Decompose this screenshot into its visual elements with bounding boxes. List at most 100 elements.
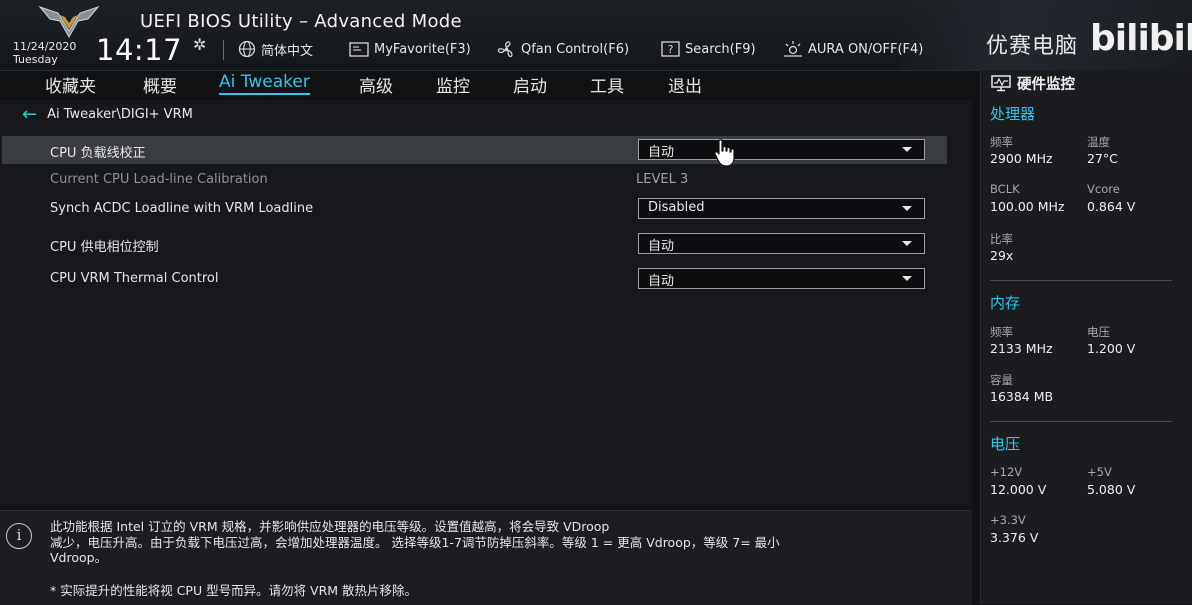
qfan-control-button[interactable]: Qfan Control(F6) — [497, 40, 629, 58]
setting-row-phase-control[interactable]: CPU 供电相位控制 自动 — [2, 230, 947, 258]
chevron-down-icon — [902, 206, 912, 211]
vcore-value: 0.864 V — [1087, 199, 1136, 214]
cpu-freq-value: 2900 MHz — [990, 151, 1053, 166]
help-line: Vdroop。 — [50, 550, 108, 565]
fan-icon — [497, 40, 513, 57]
phase-control-dropdown[interactable]: 自动 — [638, 233, 925, 254]
search-label: Search(F9) — [685, 41, 756, 57]
app-title: UEFI BIOS Utility – Advanced Mode — [140, 11, 462, 32]
setting-label: Current CPU Load-line Calibration — [50, 172, 268, 187]
main-menu: 收藏夹 概要 Ai Tweaker 高级 监控 启动 工具 退出 — [0, 70, 972, 100]
aura-label: AURA ON/OFF(F4) — [808, 41, 924, 57]
v5-label: +5V — [1087, 465, 1112, 479]
svg-text:?: ? — [668, 43, 674, 56]
bclk-value: 100.00 MHz — [990, 199, 1065, 214]
aura-icon — [784, 41, 802, 57]
bilibili-logo: bilibili — [1090, 18, 1192, 59]
v12-label: +12V — [990, 465, 1023, 479]
setting-row-synch-acdc[interactable]: Synch ACDC Loadline with VRM Loadline Di… — [2, 195, 947, 223]
v12-value: 12.000 V — [990, 482, 1047, 497]
breadcrumb-path: Ai Tweaker\DIGI+ VRM — [47, 107, 193, 122]
info-icon: i — [6, 523, 32, 549]
cpu-llc-dropdown[interactable]: 自动 — [638, 139, 925, 160]
myfavorite-label: MyFavorite(F3) — [374, 41, 471, 57]
language-button[interactable]: 简体中文 — [238, 40, 314, 59]
readonly-value: LEVEL 3 — [636, 172, 689, 187]
favorite-icon — [349, 41, 369, 57]
header-bar: UEFI BIOS Utility – Advanced Mode 11/24/… — [0, 0, 1192, 71]
v33-value: 3.376 V — [990, 530, 1039, 545]
setting-label: CPU 负载线校正 — [50, 146, 146, 161]
help-line: 此功能根据 Intel 订立的 VRM 规格，并影响供应处理器的电压等级。设置值… — [50, 519, 610, 534]
settings-panel: ← Ai Tweaker\DIGI+ VRM CPU 负载线校正 自动 Curr… — [0, 100, 972, 506]
setting-label: Synch ACDC Loadline with VRM Loadline — [50, 201, 314, 216]
search-button[interactable]: ? Search(F9) — [661, 40, 756, 58]
cpu-temp-label: 温度 — [1087, 135, 1110, 149]
help-description: 此功能根据 Intel 订立的 VRM 规格，并影响供应处理器的电压等级。设置值… — [50, 519, 930, 566]
vcore-label: Vcore — [1087, 182, 1120, 196]
vrm-thermal-dropdown[interactable]: 自动 — [638, 268, 925, 289]
cpu-freq-label: 频率 — [990, 135, 1013, 149]
date-text: 11/24/2020 — [13, 40, 77, 53]
section-divider — [990, 421, 1172, 422]
v33-label: +3.3V — [990, 513, 1026, 527]
search-help-icon: ? — [661, 41, 680, 57]
tab-advanced[interactable]: 高级 — [359, 72, 393, 97]
mem-freq-value: 2133 MHz — [990, 341, 1053, 356]
ratio-value: 29x — [990, 248, 1014, 263]
setting-label: CPU VRM Thermal Control — [50, 271, 219, 286]
clock-time: 14:17 — [96, 33, 183, 67]
monitor-title: 硬件监控 — [1017, 77, 1075, 93]
clock-settings-gear-icon[interactable]: ✲ — [193, 35, 206, 54]
globe-icon — [238, 40, 256, 58]
mem-freq-label: 频率 — [990, 325, 1013, 339]
chevron-down-icon — [902, 147, 912, 152]
help-note: * 实际提升的性能将视 CPU 型号而异。请勿将 VRM 散热片移除。 — [50, 583, 418, 598]
back-arrow-icon[interactable]: ← — [22, 105, 37, 123]
hardware-monitor-panel: 硬件监控 处理器 频率 温度 2900 MHz 27°C BCLK Vcore … — [980, 70, 1192, 604]
chevron-down-icon — [902, 276, 912, 281]
tab-ai-tweaker[interactable]: Ai Tweaker — [219, 72, 310, 95]
tab-boot[interactable]: 启动 — [513, 72, 547, 97]
aura-toggle-button[interactable]: AURA ON/OFF(F4) — [783, 40, 923, 58]
memory-section-title: 内存 — [990, 294, 1021, 312]
tab-monitor[interactable]: 监控 — [436, 72, 470, 97]
mem-volt-label: 电压 — [1087, 325, 1110, 339]
mem-cap-label: 容量 — [990, 373, 1013, 387]
tab-favorites[interactable]: 收藏夹 — [45, 72, 96, 97]
mem-volt-value: 1.200 V — [1087, 341, 1136, 356]
watermark-text: 优赛电脑 — [986, 34, 1079, 59]
setting-row-current-llc: Current CPU Load-line Calibration LEVEL … — [2, 166, 947, 194]
ratio-label: 比率 — [990, 232, 1013, 246]
section-divider — [990, 280, 1172, 281]
setting-row-cpu-llc[interactable]: CPU 负载线校正 自动 — [2, 136, 947, 164]
hand-cursor-icon — [714, 139, 735, 167]
language-label: 简体中文 — [261, 43, 314, 59]
dropdown-value: Disabled — [648, 200, 705, 215]
v5-value: 5.080 V — [1087, 482, 1136, 497]
breadcrumb: ← Ai Tweaker\DIGI+ VRM — [22, 105, 193, 123]
tab-tool[interactable]: 工具 — [590, 72, 624, 97]
tuf-logo-icon — [38, 5, 100, 39]
help-line: 减少，电压升高。由于负载下电压过高，会增加处理器温度。 选择等级1-7调节防掉压… — [50, 534, 780, 550]
date-display: 11/24/2020 Tuesday — [13, 40, 76, 66]
qfan-control-label: Qfan Control(F6) — [521, 41, 630, 57]
bclk-label: BCLK — [990, 182, 1020, 196]
monitor-icon — [991, 75, 1011, 92]
weekday-text: Tuesday — [13, 53, 58, 66]
monitor-header: 硬件监控 — [991, 73, 1075, 94]
synch-acdc-dropdown[interactable]: Disabled — [638, 198, 925, 219]
dropdown-value: 自动 — [648, 274, 675, 289]
tab-exit[interactable]: 退出 — [668, 72, 702, 97]
setting-row-vrm-thermal[interactable]: CPU VRM Thermal Control 自动 — [2, 265, 947, 293]
myfavorite-button[interactable]: MyFavorite(F3) — [349, 40, 471, 58]
cpu-section-title: 处理器 — [990, 105, 1036, 123]
cpu-temp-value: 27°C — [1087, 151, 1118, 166]
mem-cap-value: 16384 MB — [990, 389, 1054, 404]
dropdown-value: 自动 — [648, 239, 675, 254]
tab-main[interactable]: 概要 — [143, 72, 177, 97]
help-panel: i 此功能根据 Intel 订立的 VRM 规格，并影响供应处理器的电压等级。设… — [0, 510, 972, 605]
dropdown-value: 自动 — [648, 145, 675, 160]
voltage-section-title: 电压 — [990, 435, 1021, 453]
header-divider — [223, 40, 224, 60]
